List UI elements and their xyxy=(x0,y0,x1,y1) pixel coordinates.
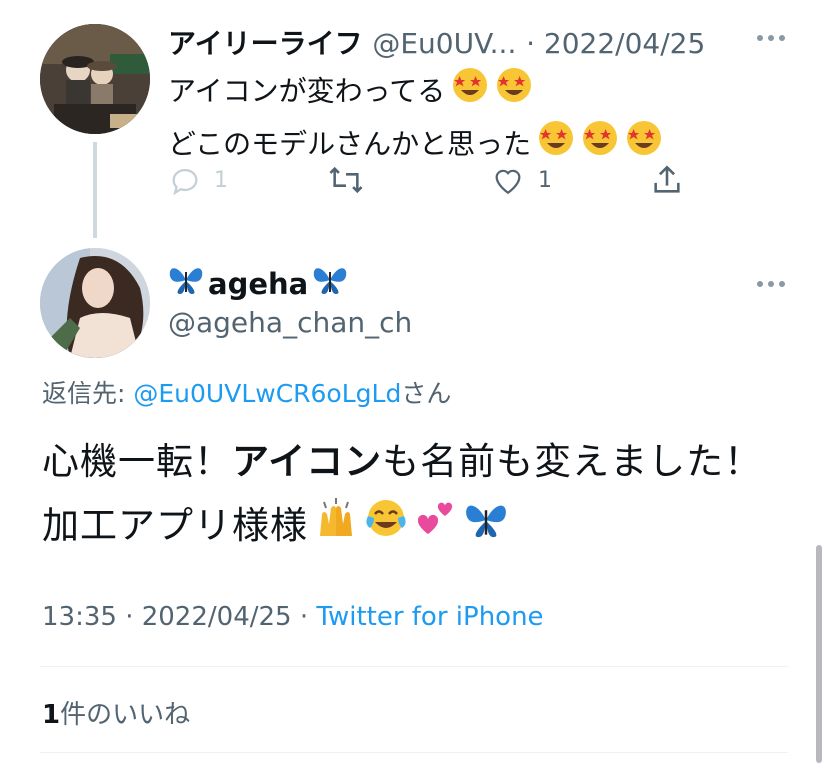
likes-count: 1 xyxy=(42,700,61,730)
thread-connector-line xyxy=(93,142,97,238)
main-author-name[interactable]: ageha xyxy=(168,264,348,303)
butterfly-emoji-icon xyxy=(464,496,508,560)
divider xyxy=(40,666,788,667)
avatar-reply-author[interactable] xyxy=(40,24,150,134)
share-icon xyxy=(654,165,680,193)
more-options-icon[interactable] xyxy=(756,24,786,48)
tweet-source-link[interactable]: Twitter for iPhone xyxy=(316,602,543,632)
star-struck-emoji-icon xyxy=(451,66,489,119)
main-tweet-text: 心機一転！アイコンも名前も変えました！加工アプリ様様 xyxy=(42,430,792,560)
reply-line2-text: どこのモデルさんかと思った xyxy=(168,127,532,161)
reply-count: 1 xyxy=(214,167,228,193)
butterfly-emoji-icon xyxy=(168,264,204,303)
reply-line1-text: アイコンが変わってる xyxy=(168,74,446,108)
reply-text-line1: アイコンが変わってる xyxy=(168,66,663,119)
reply-icon xyxy=(172,169,198,196)
scrollbar[interactable] xyxy=(816,545,822,763)
star-struck-emoji-icon xyxy=(495,66,533,119)
tweet-timestamp[interactable]: 13:35 · 2022/04/25 · xyxy=(42,602,316,632)
reply-author-line: アイリーライフ @Eu0UV... · 2022/04/25 xyxy=(168,22,705,62)
replying-to-prefix: 返信先: xyxy=(42,379,134,408)
joy-emoji-icon xyxy=(364,496,408,560)
like-icon xyxy=(495,169,521,195)
like-count: 1 xyxy=(538,167,552,193)
share-action-button[interactable] xyxy=(650,160,696,200)
divider xyxy=(40,752,788,753)
reply-display-name[interactable]: アイリーライフ xyxy=(168,27,363,60)
replying-to-suffix: さん xyxy=(401,379,452,408)
avatar-main-author[interactable] xyxy=(40,248,150,358)
like-action-button[interactable]: 1 xyxy=(490,160,552,200)
avatar-reply-image xyxy=(40,24,150,134)
raising-hands-emoji-icon xyxy=(314,496,358,560)
tweet-metadata: 13:35 · 2022/04/25 · Twitter for iPhone xyxy=(42,602,544,632)
likes-label: 件のいいね xyxy=(60,700,191,730)
more-options-icon[interactable] xyxy=(756,270,786,294)
star-struck-emoji-icon xyxy=(581,119,619,172)
main-display-name: ageha xyxy=(208,266,309,301)
two-hearts-emoji-icon xyxy=(414,496,458,560)
replying-to: 返信先: @Eu0UVLwCR6oLgLdさん xyxy=(42,374,451,410)
reply-text-line2: どこのモデルさんかと思った xyxy=(168,119,663,172)
reply-tweet-text: アイコンが変わってる どこのモデルさんかと思った xyxy=(168,66,663,172)
likes-summary[interactable]: 1件のいいね xyxy=(42,694,190,731)
retweet-icon xyxy=(329,166,363,194)
avatar-main-image xyxy=(40,248,150,358)
reply-date[interactable]: · 2022/04/25 xyxy=(526,27,705,60)
reply-handle[interactable]: @Eu0UV... xyxy=(372,27,516,60)
main-text-part1: 心機一転！ xyxy=(42,440,232,483)
retweet-action-button[interactable] xyxy=(326,160,378,200)
main-text-bold: アイコン xyxy=(232,440,383,483)
replying-to-handle-link[interactable]: @Eu0UVLwCR6oLgLd xyxy=(133,379,401,408)
butterfly-emoji-icon xyxy=(312,264,348,303)
reply-action-button[interactable]: 1 xyxy=(168,160,228,200)
main-author-handle[interactable]: @ageha_chan_ch xyxy=(168,306,412,339)
